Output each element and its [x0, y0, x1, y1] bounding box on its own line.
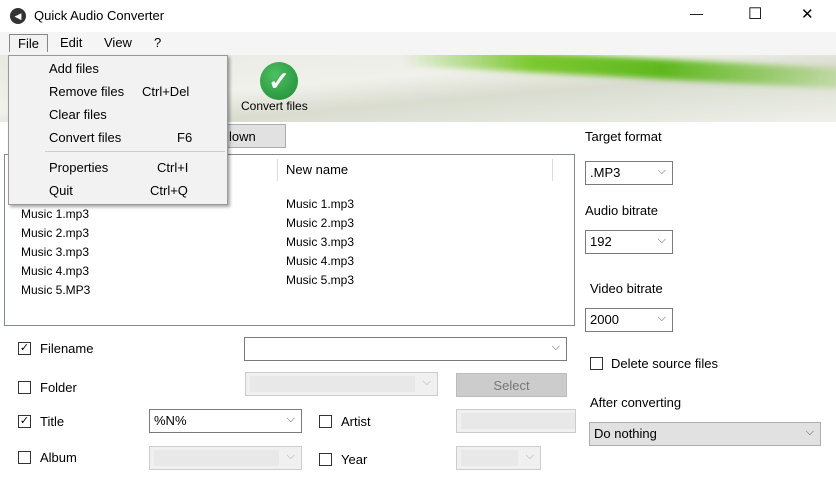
year-checkbox[interactable] — [319, 453, 332, 466]
year-dropdown[interactable]: ⌵ — [456, 446, 541, 470]
album-dropdown[interactable]: ⌵ — [149, 446, 302, 470]
move-down-label: lown — [229, 129, 256, 144]
chevron-down-icon: ⌵ — [286, 450, 295, 462]
artist-checkbox[interactable] — [319, 415, 332, 428]
title-checkbox[interactable]: ✓ — [18, 415, 31, 428]
list-item[interactable]: Music 3.mp3 — [286, 233, 354, 252]
file-menu-dropdown: Add files Remove files Ctrl+Del Clear fi… — [8, 55, 228, 205]
window-title: Quick Audio Converter — [34, 8, 165, 23]
convert-files-label: Convert files — [241, 99, 308, 113]
list-item[interactable]: Music 3.mp3 — [21, 243, 90, 262]
list-item[interactable]: Music 5.mp3 — [286, 271, 354, 290]
artist-label: Artist — [341, 414, 371, 429]
menu-item-properties[interactable]: Properties — [49, 160, 108, 175]
convert-files-button[interactable]: ✓ Convert files — [238, 60, 322, 116]
artist-field[interactable] — [456, 409, 576, 433]
year-label: Year — [341, 452, 368, 467]
app-speaker-icon: ◀ — [10, 8, 26, 24]
chevron-down-icon: ⌵ — [657, 234, 666, 246]
chevron-down-icon: ⌵ — [805, 426, 814, 438]
delete-source-label: Delete source files — [611, 356, 718, 371]
menu-file[interactable]: File — [9, 34, 48, 52]
album-checkbox[interactable] — [18, 451, 31, 464]
after-converting-value: Do nothing — [594, 426, 657, 441]
list-item[interactable]: Music 1.mp3 — [21, 205, 90, 224]
list-item[interactable]: Music 2.mp3 — [21, 224, 90, 243]
folder-dropdown[interactable]: ⌵ — [245, 372, 438, 396]
shortcut-convert: F6 — [177, 130, 193, 145]
list-item[interactable]: Music 5.MP3 — [21, 281, 90, 300]
minimize-button[interactable]: — — [690, 6, 703, 21]
shortcut-remove: Ctrl+Del — [142, 84, 190, 99]
select-folder-button[interactable]: Select — [456, 373, 567, 397]
chevron-down-icon: ⌵ — [525, 450, 534, 462]
filename-label: Filename — [40, 341, 94, 356]
new-names: Music 1.mp3 Music 2.mp3 Music 3.mp3 Musi… — [286, 195, 354, 290]
chevron-down-icon: ⌵ — [286, 413, 295, 425]
filename-dropdown[interactable]: ⌵ — [244, 337, 567, 361]
menu-item-add-files[interactable]: Add files — [49, 61, 99, 76]
chevron-down-icon: ⌵ — [551, 341, 560, 353]
column-header-new-name[interactable]: New name — [286, 162, 348, 177]
after-converting-label: After converting — [590, 395, 682, 410]
shortcut-quit: Ctrl+Q — [150, 183, 188, 198]
maximize-button[interactable]: ☐ — [748, 4, 762, 24]
target-format-label: Target format — [585, 129, 662, 144]
title-bar: ◀ Quick Audio Converter — ☐ ✕ — [0, 0, 836, 32]
after-converting-dropdown[interactable]: Do nothing ⌵ — [589, 422, 821, 446]
folder-checkbox[interactable] — [18, 381, 31, 394]
video-bitrate-value: 2000 — [590, 312, 619, 327]
check-circle-icon: ✓ — [260, 62, 298, 100]
shortcut-properties: Ctrl+I — [157, 160, 189, 175]
chevron-down-icon: ⌵ — [657, 165, 666, 177]
title-label: Title — [40, 414, 65, 429]
delete-source-checkbox[interactable] — [590, 357, 603, 370]
folder-label: Folder — [40, 380, 77, 395]
original-names: Music 1.mp3 Music 2.mp3 Music 3.mp3 Musi… — [21, 205, 90, 300]
target-format-dropdown[interactable]: .MP3 ⌵ — [585, 161, 673, 185]
title-value: %N% — [154, 413, 187, 428]
menu-item-convert-files[interactable]: Convert files — [49, 130, 121, 145]
list-item[interactable]: Music 4.mp3 — [286, 252, 354, 271]
menu-view[interactable]: View — [100, 35, 136, 50]
list-item[interactable]: Music 4.mp3 — [21, 262, 90, 281]
menu-help[interactable]: ? — [150, 35, 165, 50]
close-button[interactable]: ✕ — [801, 5, 814, 23]
video-bitrate-dropdown[interactable]: 2000 ⌵ — [585, 308, 673, 332]
video-bitrate-label: Video bitrate — [590, 281, 663, 296]
menu-item-quit[interactable]: Quit — [49, 183, 73, 198]
menu-edit[interactable]: Edit — [56, 35, 86, 50]
chevron-down-icon: ⌵ — [657, 312, 666, 324]
menu-item-remove-files[interactable]: Remove files — [49, 84, 124, 99]
filename-checkbox[interactable]: ✓ — [18, 342, 31, 355]
audio-bitrate-value: 192 — [590, 234, 612, 249]
target-format-value: .MP3 — [590, 165, 621, 180]
menu-item-clear-files[interactable]: Clear files — [49, 107, 107, 122]
audio-bitrate-dropdown[interactable]: 192 ⌵ — [585, 230, 673, 254]
list-item[interactable]: Music 2.mp3 — [286, 214, 354, 233]
album-label: Album — [40, 450, 77, 465]
menu-separator — [45, 151, 225, 152]
list-item[interactable]: Music 1.mp3 — [286, 195, 354, 214]
title-dropdown[interactable]: %N% ⌵ — [149, 409, 302, 433]
chevron-down-icon: ⌵ — [422, 376, 431, 388]
audio-bitrate-label: Audio bitrate — [585, 203, 658, 218]
